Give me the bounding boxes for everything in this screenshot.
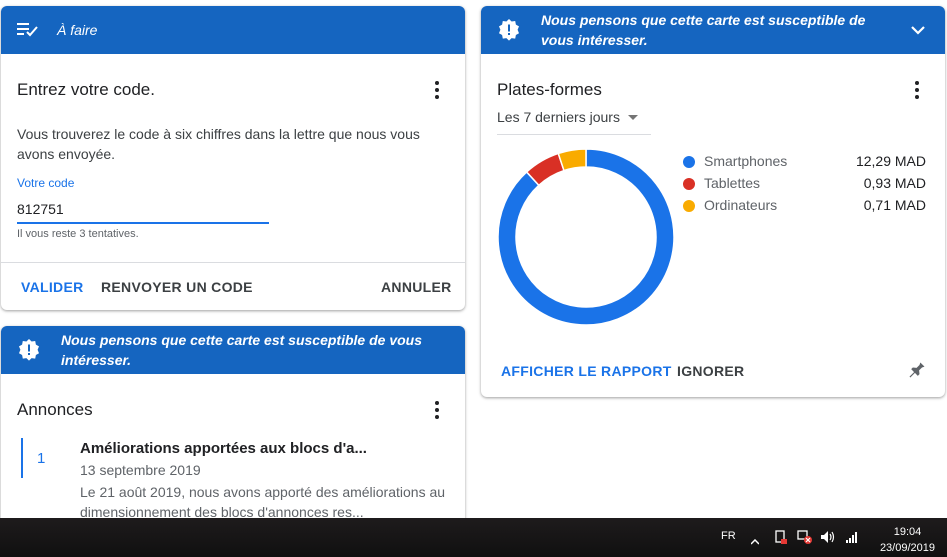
validate-button[interactable]: VALIDER: [21, 279, 84, 295]
clock-date: 23/09/2019: [879, 542, 935, 554]
attempts-hint: Il vous reste 3 tentatives.: [17, 228, 139, 240]
chevron-down-icon[interactable]: [911, 22, 925, 38]
platforms-card-header[interactable]: Nous pensons que cette carte est suscept…: [481, 6, 945, 54]
dropdown-arrow-icon: [627, 115, 638, 120]
period-dropdown-value: Les 7 derniers jours: [497, 109, 620, 125]
legend-dot: [683, 178, 695, 190]
platforms-card-header-title: Nous pensons que cette carte est suscept…: [541, 12, 866, 48]
legend-row-smartphones: Smartphones 12,29 MAD: [682, 152, 932, 174]
pin-icon[interactable]: [907, 360, 927, 385]
legend-value: 0,93 MAD: [863, 175, 926, 191]
announcements-card: Nous pensons que cette carte est suscept…: [1, 326, 465, 536]
legend-label: Tablettes: [704, 175, 761, 191]
clock-time: 19:04: [893, 526, 922, 538]
cancel-button[interactable]: ANNULER: [381, 279, 452, 295]
announcement-indicator-bar: [21, 438, 23, 478]
view-report-button[interactable]: AFFICHER LE RAPPORT: [501, 363, 672, 379]
legend-value: 12,29 MAD: [855, 153, 926, 169]
announcement-title[interactable]: Améliorations apportées aux blocs d'a...: [80, 440, 367, 457]
chart-legend: Smartphones 12,29 MAD Tablettes 0,93 MAD Ord…: [682, 152, 932, 218]
todo-card-description: Vous trouverez le code à six chiffres da…: [17, 126, 420, 162]
announcements-card-header: Nous pensons que cette carte est suscept…: [1, 326, 465, 374]
period-dropdown[interactable]: Les 7 derniers jours: [497, 109, 651, 135]
platforms-card-title: Plates-formes: [497, 80, 602, 99]
card-divider: [1, 262, 465, 263]
system-clock[interactable]: 19:04 23/09/2019: [880, 524, 935, 556]
chevron-up-icon[interactable]: [750, 532, 760, 550]
platforms-card-more-menu-icon[interactable]: [907, 80, 927, 100]
signal-icon[interactable]: [845, 530, 859, 549]
ignore-button[interactable]: IGNORER: [677, 363, 744, 379]
todo-card-title: Entrez votre code.: [17, 80, 155, 99]
legend-row-ordinateurs: Ordinateurs 0,71 MAD: [682, 196, 932, 218]
todo-card-header-title: À faire: [57, 22, 98, 38]
announcements-card-header-title: Nous pensons que cette carte est suscept…: [61, 332, 422, 368]
donut-slice-ordinateurs[interactable]: [557, 148, 587, 172]
todo-card-header: À faire: [1, 6, 465, 54]
volume-icon[interactable]: [820, 530, 836, 549]
legend-row-tablettes: Tablettes 0,93 MAD: [682, 174, 932, 196]
badge-alert-icon: [497, 18, 521, 42]
language-indicator[interactable]: FR: [721, 530, 736, 542]
announcements-card-title: Annonces: [17, 400, 93, 419]
power-icon[interactable]: [774, 529, 788, 550]
todo-card-more-menu-icon[interactable]: [427, 80, 447, 100]
network-flag-icon[interactable]: [797, 529, 813, 550]
announcement-date: 13 septembre 2019: [80, 462, 201, 478]
legend-label: Ordinateurs: [704, 197, 778, 213]
legend-dot: [683, 156, 695, 168]
badge-alert-icon: [17, 338, 41, 362]
legend-label: Smartphones: [704, 153, 788, 169]
resend-code-button[interactable]: RENVOYER UN CODE: [101, 279, 253, 295]
announcement-number: 1: [37, 450, 46, 467]
code-field-label: Votre code: [17, 176, 75, 190]
platforms-donut-chart: [497, 148, 675, 326]
platforms-card: Nous pensons que cette carte est suscept…: [481, 6, 945, 397]
donut-slice-smartphones[interactable]: [497, 148, 675, 326]
code-input[interactable]: [17, 196, 269, 224]
legend-dot: [683, 200, 695, 212]
announcement-body: Le 21 août 2019, nous avons apporté des …: [80, 484, 446, 520]
announcements-card-more-menu-icon[interactable]: [427, 400, 447, 420]
todo-card: À faire Entrez votre code. Vous trouvere…: [1, 6, 465, 310]
windows-taskbar: FR 19:04 23/09/2019: [0, 518, 947, 557]
legend-value: 0,71 MAD: [863, 197, 926, 213]
playlist-check-icon: [17, 21, 41, 39]
